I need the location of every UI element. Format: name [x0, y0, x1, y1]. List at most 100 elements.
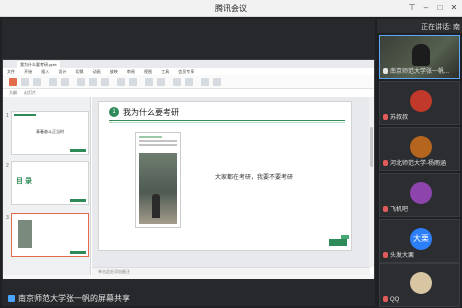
thumbnail-decoration	[70, 149, 86, 152]
thumbnail-number: 3	[6, 215, 9, 221]
phone-line	[139, 136, 162, 138]
maximize-icon[interactable]: □	[434, 2, 446, 14]
menu-home[interactable]: 开始	[24, 69, 32, 74]
corridor-photo	[139, 153, 177, 224]
notes-pane[interactable]: 单击此处添加备注	[92, 267, 370, 275]
slide-thumbnails: 1 青春奋斗正当时 2 目 录 3	[3, 97, 91, 275]
person-figure	[152, 194, 160, 218]
thumbnail-decoration	[70, 251, 86, 254]
phone-line	[139, 144, 177, 146]
avatar	[410, 272, 432, 294]
bold-icon[interactable]	[77, 78, 85, 86]
menu-member[interactable]: 会员专享	[178, 69, 194, 74]
avatar: 大栗	[410, 228, 432, 250]
textbox-icon[interactable]	[173, 78, 181, 86]
list-icon[interactable]	[129, 78, 137, 86]
participant-tile[interactable]: 河北师范大学-杨雨涵	[379, 127, 460, 171]
participant-name: 头发大栗	[390, 253, 415, 259]
slide-thumbnail[interactable]: 青春奋斗正当时	[11, 111, 89, 155]
speaking-text: 正在讲话: 南	[421, 24, 460, 31]
mic-muted-icon	[383, 160, 388, 166]
vertical-scrollbar[interactable]	[369, 97, 374, 267]
screen-share-label: 南京师范大学张一帆的屏幕共享	[8, 293, 130, 304]
wps-statusbar	[3, 275, 374, 279]
align-icon[interactable]	[117, 78, 125, 86]
avatar	[410, 182, 432, 204]
tab-outline[interactable]: 大纲	[9, 90, 17, 95]
find-icon[interactable]	[201, 78, 209, 86]
document-tab[interactable]: 我为什么要考研.pptx	[17, 61, 60, 68]
thumbnail-decoration	[70, 199, 86, 202]
thumbnail-title: 青春奋斗正当时	[36, 129, 64, 134]
menu-file[interactable]: 文件	[7, 69, 15, 74]
share-info-bar: 南京师范大学张一帆的屏幕共享	[2, 290, 375, 306]
menu-tools[interactable]: 工具	[161, 69, 169, 74]
close-icon[interactable]: ✕	[448, 2, 460, 14]
window-title: 腾讯会议	[215, 4, 247, 13]
participant-name-row: QQ	[383, 296, 399, 303]
shape-icon[interactable]	[145, 78, 153, 86]
speaking-indicator: 正在讲话: 南	[377, 19, 462, 33]
sharer-name: 南京师范大学张一帆的屏幕共享	[18, 294, 130, 303]
new-slide-icon[interactable]	[49, 78, 57, 86]
layout-icon[interactable]	[61, 78, 69, 86]
format-painter-icon[interactable]	[33, 78, 41, 86]
arrange-icon[interactable]	[185, 78, 193, 86]
menu-slideshow[interactable]: 放映	[110, 69, 118, 74]
slide-thumbnail-selected[interactable]	[11, 213, 89, 257]
participant-tile[interactable]: 飞机吧	[379, 173, 460, 217]
mic-muted-icon	[383, 252, 388, 258]
menu-animation[interactable]: 动画	[93, 69, 101, 74]
screen-share-icon	[8, 295, 15, 302]
underline-icon[interactable]	[101, 78, 109, 86]
title-bar: 腾讯会议 ⊤ – □ ✕	[0, 0, 462, 17]
participant-name: 飞机吧	[390, 207, 409, 213]
current-slide[interactable]: 1 我为什么要考研 大家都在考研，我要不要考研	[98, 101, 352, 251]
picture-icon[interactable]	[157, 78, 165, 86]
pin-icon[interactable]: ⊤	[406, 2, 418, 14]
participant-tile[interactable]: 苏叔叔	[379, 81, 460, 125]
thumbnail-heading: 目 录	[16, 178, 32, 185]
paste-icon[interactable]	[9, 78, 17, 86]
participants-panel: 正在讲话: 南 南京师范大学张一帆... 苏叔叔 河北师范大学-杨雨涵 飞机吧 …	[377, 19, 462, 308]
italic-icon[interactable]	[89, 78, 97, 86]
menu-view[interactable]: 视图	[144, 69, 152, 74]
person-silhouette	[412, 44, 430, 66]
wps-menubar: 文件 开始 插入 设计 切换 动画 放映 审阅 视图 工具 会员专享	[3, 68, 374, 75]
thumbnail-number: 1	[6, 113, 9, 119]
participant-name-row: 飞机吧	[383, 204, 408, 213]
cut-icon[interactable]	[21, 78, 29, 86]
shared-screen-area: 我为什么要考研.pptx 文件 开始 插入 设计 切换 动画 放映 审阅 视图 …	[2, 19, 375, 306]
participant-name-row: 头发大栗	[383, 250, 414, 259]
menu-insert[interactable]: 插入	[41, 69, 49, 74]
participant-tile[interactable]: 南京师范大学张一帆...	[379, 35, 460, 79]
slide-thumbnail[interactable]: 目 录	[11, 161, 89, 205]
mic-muted-icon	[383, 296, 388, 302]
participant-name-row: 南京师范大学张一帆...	[383, 66, 449, 75]
wps-toolbar	[3, 75, 374, 89]
mic-muted-icon	[383, 114, 388, 120]
panel-subtabs: 大纲 幻灯片	[3, 89, 83, 97]
menu-transition[interactable]: 切换	[76, 69, 84, 74]
avatar	[410, 136, 432, 158]
phone-screenshot-image[interactable]	[135, 132, 181, 228]
participant-name: 苏叔叔	[390, 115, 409, 121]
participant-name-row: 河北师范大学-杨雨涵	[383, 158, 446, 167]
minimize-icon[interactable]: –	[420, 2, 432, 14]
menu-review[interactable]: 审阅	[127, 69, 135, 74]
meeting-window: 腾讯会议 ⊤ – □ ✕ 我为什么要考研.pptx 文件 开始 插入 设计 切换…	[0, 0, 462, 308]
participant-tile[interactable]: 大栗 头发大栗	[379, 219, 460, 263]
menu-design[interactable]: 设计	[58, 69, 66, 74]
participant-name: QQ	[390, 297, 400, 303]
select-icon[interactable]	[213, 78, 221, 86]
title-underline-light	[109, 122, 345, 123]
phone-header	[139, 136, 177, 150]
tab-slides[interactable]: 幻灯片	[24, 90, 36, 95]
participant-name: 河北师范大学-杨雨涵	[390, 161, 446, 167]
scrollbar-thumb[interactable]	[370, 127, 373, 167]
slide-number-badge: 1	[109, 107, 119, 117]
participant-tile[interactable]: QQ	[379, 263, 460, 307]
wps-tabbar: 我为什么要考研.pptx	[3, 60, 374, 68]
slide-body-text[interactable]: 大家都在考研，我要不要考研	[215, 172, 293, 181]
slide-title[interactable]: 我为什么要考研	[123, 107, 179, 118]
